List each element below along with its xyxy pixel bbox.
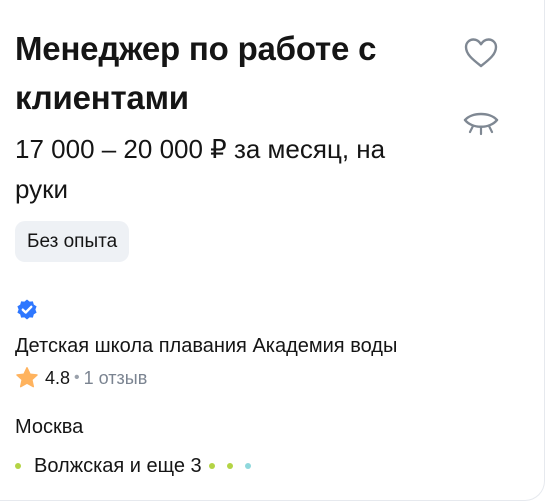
reviews-link[interactable]: 1 отзыв <box>84 368 148 389</box>
metro-station-label: Волжская и еще 3 <box>34 454 202 477</box>
metro-line-dot <box>208 463 215 469</box>
verified-badge-icon <box>17 299 37 320</box>
metro-line-dot <box>226 463 233 469</box>
heart-icon[interactable] <box>462 36 500 70</box>
vacancy-title[interactable]: Менеджер по работе с клиентами <box>15 24 435 122</box>
employer-rating[interactable]: 4.8 • 1 отзыв <box>15 365 147 391</box>
rating-value: 4.8 <box>45 367 71 388</box>
metro-line-dot <box>244 463 251 469</box>
employer-name[interactable]: Детская школа плавания Академия воды <box>15 332 397 360</box>
salary: 17 000 – 20 000 ₽ за месяц, на руки <box>15 134 386 204</box>
city: Москва <box>15 416 84 438</box>
metro-line-dot <box>15 463 21 469</box>
star-icon <box>16 367 38 388</box>
experience-chip: Без опыта <box>15 221 130 262</box>
rating-separator: • <box>74 369 80 386</box>
closed-eye-icon[interactable] <box>462 108 500 142</box>
vacancy-card: Менеджер по работе с клиентами 17 000 – … <box>0 0 545 501</box>
metro-stations: Волжская и еще 3 <box>15 452 263 480</box>
